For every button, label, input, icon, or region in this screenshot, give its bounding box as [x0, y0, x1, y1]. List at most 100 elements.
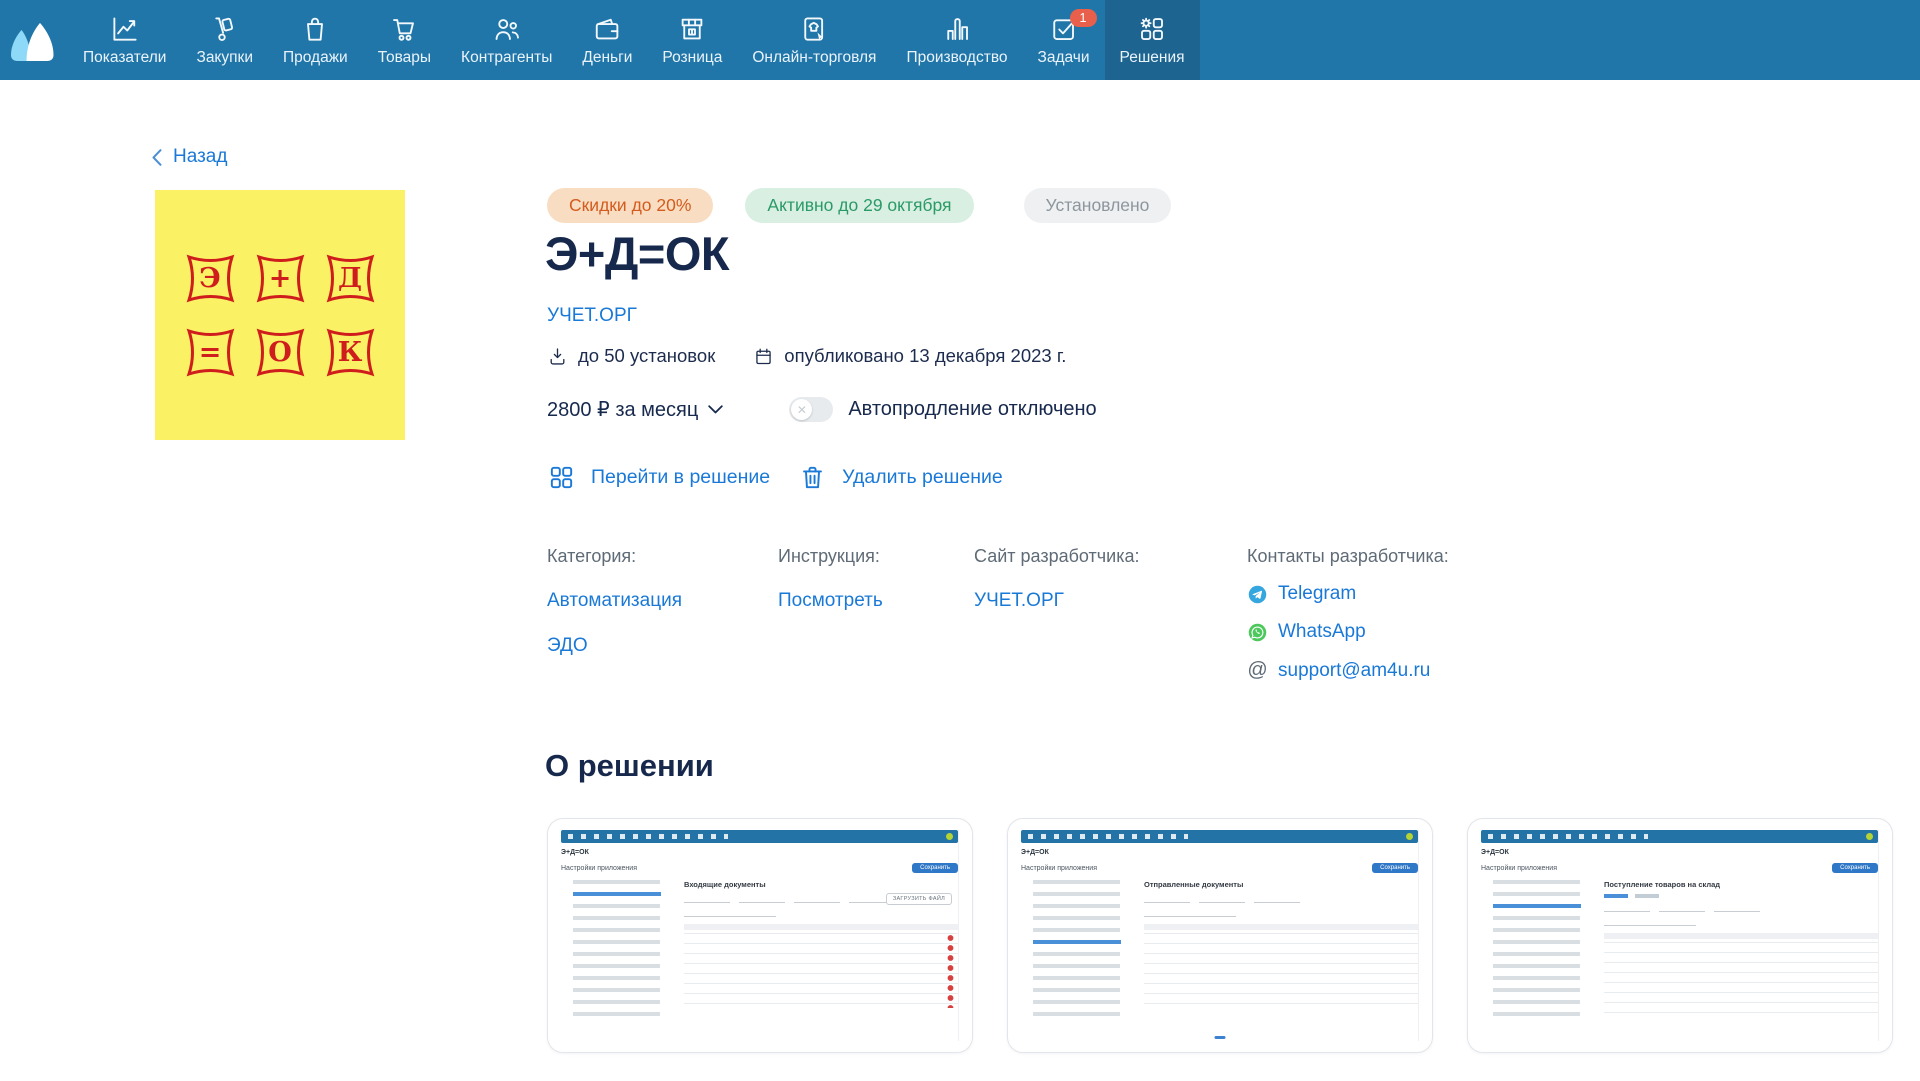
installs-meta: до 50 установок [547, 345, 715, 367]
calendar-icon [753, 346, 774, 367]
nav-item-online-torgovlya[interactable]: Онлайн-торговля [737, 0, 891, 80]
developer-contacts-column: Контакты разработчика: Telegram WhatsApp… [1247, 546, 1449, 682]
back-link[interactable]: Назад [152, 146, 227, 168]
category-link-automation[interactable]: Автоматизация [547, 590, 682, 612]
discount-badge: Скидки до 20% [547, 188, 713, 223]
toggle-knob: ✕ [791, 399, 812, 420]
publisher-link[interactable]: УЧЕТ.ОРГ [547, 305, 637, 327]
top-nav: Показатели Закупки Продажи Товары [0, 0, 1920, 80]
nav-label: Онлайн-торговля [752, 49, 876, 67]
nav-item-resheniya[interactable]: Решения [1105, 0, 1200, 80]
apps-icon [1137, 14, 1167, 44]
screenshot-card-1[interactable]: Э+Д=ОК Настройки приложения Сохранить Вх… [547, 818, 973, 1053]
price-dropdown[interactable]: 2800 ₽ за месяц [547, 397, 723, 422]
mini-topbar [1021, 830, 1418, 843]
mini-sidebar [1021, 880, 1133, 1022]
price-row: 2800 ₽ за месяц ✕ Автопродление отключен… [547, 397, 1097, 422]
people-icon [492, 14, 522, 44]
tasks-count-badge: 1 [1070, 9, 1097, 27]
storefront-icon [677, 14, 707, 44]
grid-icon [547, 463, 576, 492]
logo-glyph: = [182, 324, 239, 381]
nav-item-proizvodstvo[interactable]: Производство [891, 0, 1022, 80]
mini-topbar [1481, 830, 1878, 843]
page-title: Э+Д=ОК [545, 226, 729, 281]
screenshot-card-3[interactable]: Э+Д=ОК Настройки приложения Сохранить По… [1467, 818, 1893, 1053]
mini-app-preview: Э+Д=ОК Настройки приложения Сохранить От… [1021, 830, 1419, 1041]
instruction-label: Инструкция: [778, 546, 883, 567]
nav-item-kontragenty[interactable]: Контрагенты [446, 0, 567, 80]
screenshot-card-2[interactable]: Э+Д=ОК Настройки приложения Сохранить От… [1007, 818, 1433, 1053]
nav-label: Решения [1120, 49, 1185, 67]
shopping-bag-icon [300, 14, 330, 44]
online-trade-icon [799, 14, 829, 44]
moysklad-logo[interactable] [6, 13, 62, 67]
instruction-column: Инструкция: Посмотреть [778, 546, 883, 612]
instruction-view-link[interactable]: Посмотреть [778, 590, 883, 612]
mini-sidebar [1481, 880, 1593, 1022]
delete-solution-button[interactable]: Удалить решение [798, 463, 1003, 492]
nav-label: Розница [662, 49, 722, 67]
nav-label: Задачи [1038, 49, 1090, 67]
nav-item-tovary[interactable]: Товары [363, 0, 446, 80]
mini-pagination-dot [1214, 1036, 1225, 1039]
mini-topbar [561, 830, 958, 843]
nav-item-zadachi[interactable]: Задачи 1 [1023, 0, 1105, 80]
logo-glyph: К [322, 324, 379, 381]
category-column: Категория: Автоматизация ЭДО [547, 546, 682, 657]
mini-app-preview: Э+Д=ОК Настройки приложения Сохранить По… [1481, 830, 1879, 1041]
mini-save-button: Сохранить [1372, 863, 1418, 873]
meta-row: до 50 установок опубликовано 13 декабря … [547, 345, 1066, 367]
actions-row: Перейти в решение Удалить решение [547, 463, 1003, 492]
at-icon: @ [1247, 659, 1268, 682]
nav-label: Товары [378, 49, 431, 67]
nav-items: Показатели Закупки Продажи Товары [68, 0, 1200, 80]
autorenew-toggle[interactable]: ✕ [789, 397, 833, 422]
line-chart-icon [110, 14, 140, 44]
logo-glyph: Э [182, 250, 239, 307]
mini-table [684, 924, 958, 1008]
nav-label: Деньги [582, 49, 632, 67]
screenshot-gallery: Э+Д=ОК Настройки приложения Сохранить Вх… [547, 818, 1893, 1053]
nav-item-prodazhi[interactable]: Продажи [268, 0, 363, 80]
telegram-icon [1247, 584, 1268, 605]
app-logo: Э + Д = О К [155, 190, 405, 440]
cart-icon [389, 14, 419, 44]
back-label: Назад [173, 146, 227, 168]
nav-label: Закупки [196, 49, 253, 67]
logo-glyph: Д [322, 250, 379, 307]
chevron-down-icon [708, 405, 723, 414]
developer-site-link[interactable]: УЧЕТ.ОРГ [974, 590, 1140, 612]
whatsapp-icon [1247, 622, 1268, 643]
nav-item-zakupki[interactable]: Закупки [181, 0, 268, 80]
category-link-edo[interactable]: ЭДО [547, 635, 682, 657]
hand-truck-icon [210, 14, 240, 44]
nav-item-pokazateli[interactable]: Показатели [68, 0, 181, 80]
about-title: О решении [545, 748, 714, 784]
active-until-badge: Активно до 29 октября [745, 188, 973, 223]
mini-app-preview: Э+Д=ОК Настройки приложения Сохранить Вх… [561, 830, 959, 1041]
status-badges: Скидки до 20% Активно до 29 октября Уста… [547, 188, 1171, 223]
developer-contacts-label: Контакты разработчика: [1247, 546, 1449, 567]
open-solution-button[interactable]: Перейти в решение [547, 463, 770, 492]
installed-badge: Установлено [1024, 188, 1172, 223]
trash-icon [798, 463, 827, 492]
chevron-left-icon [152, 149, 162, 166]
mini-table [1604, 933, 1878, 1017]
download-icon [547, 346, 568, 367]
production-icon [942, 14, 972, 44]
logo-glyph: + [252, 250, 309, 307]
nav-label: Контрагенты [461, 49, 552, 67]
mini-sidebar [561, 880, 673, 1022]
published-meta: опубликовано 13 декабря 2023 г. [753, 345, 1066, 367]
nav-item-dengi[interactable]: Деньги [567, 0, 647, 80]
email-contact-link[interactable]: @ support@am4u.ru [1247, 659, 1449, 682]
nav-label: Показатели [83, 49, 166, 67]
mini-table [1144, 924, 1418, 1008]
developer-site-label: Сайт разработчика: [974, 546, 1140, 567]
nav-label: Производство [906, 49, 1007, 67]
telegram-contact-link[interactable]: Telegram [1247, 583, 1449, 605]
whatsapp-contact-link[interactable]: WhatsApp [1247, 621, 1449, 643]
nav-item-roznitsa[interactable]: Розница [647, 0, 737, 80]
mini-upload-button: ЗАГРУЗИТЬ ФАЙЛ [886, 893, 952, 905]
